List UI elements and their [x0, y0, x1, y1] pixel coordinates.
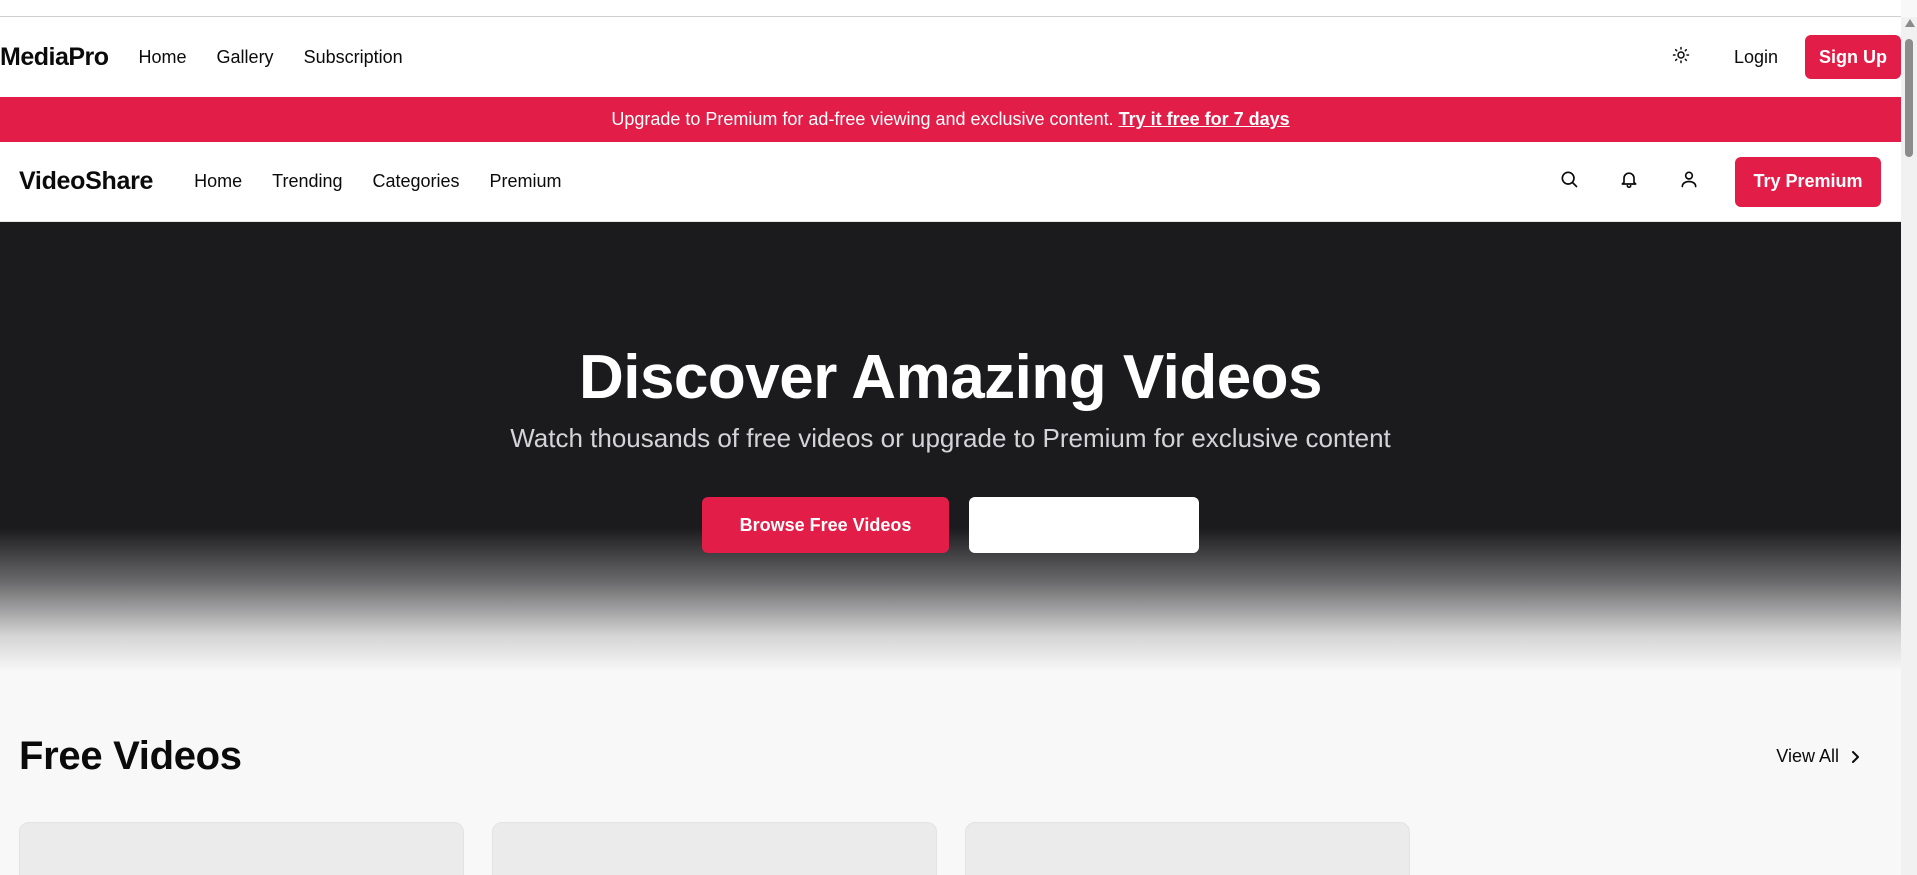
mediapro-nav: Home Gallery Subscription — [139, 47, 403, 68]
videoshare-nav-trending[interactable]: Trending — [272, 171, 342, 192]
mediapro-logo[interactable]: MediaPro — [0, 43, 109, 72]
view-all-link[interactable]: View All — [1776, 746, 1861, 767]
search-button[interactable] — [1551, 164, 1587, 200]
account-button[interactable] — [1671, 164, 1707, 200]
theme-toggle-button[interactable] — [1666, 42, 1696, 72]
scrollbar-thumb[interactable] — [1905, 39, 1913, 157]
page: MediaPro Home Gallery Subscription Login — [0, 0, 1901, 875]
page-scrollbar[interactable] — [1901, 17, 1917, 875]
mediapro-header: MediaPro Home Gallery Subscription Login — [0, 17, 1901, 97]
videoshare-nav-home[interactable]: Home — [194, 171, 242, 192]
videoshare-actions: Try Premium — [1527, 156, 1901, 207]
videoshare-nav: Home Trending Categories Premium — [194, 171, 561, 192]
browser-top-edge — [0, 0, 1901, 17]
notifications-button[interactable] — [1611, 164, 1647, 200]
free-videos-header: Free Videos View All — [19, 734, 1861, 779]
user-icon — [1679, 169, 1699, 194]
search-icon — [1559, 169, 1579, 194]
mediapro-actions: Login Sign Up — [1666, 35, 1901, 79]
bell-icon — [1619, 169, 1639, 194]
mediapro-nav-gallery[interactable]: Gallery — [217, 47, 274, 68]
signup-button[interactable]: Sign Up — [1805, 35, 1901, 79]
free-trial-link[interactable]: Try it free for 7 days — [1119, 109, 1290, 130]
mediapro-nav-home[interactable]: Home — [139, 47, 187, 68]
video-card[interactable] — [492, 822, 937, 875]
video-card[interactable] — [965, 822, 1410, 875]
scroll-up-arrow-icon[interactable] — [1905, 19, 1915, 27]
free-videos-grid — [19, 822, 1410, 875]
view-all-label: View All — [1776, 746, 1839, 766]
login-link[interactable]: Login — [1734, 47, 1778, 68]
sun-icon — [1672, 46, 1690, 69]
hero-title: Discover Amazing Videos — [578, 343, 1323, 412]
videoshare-logo[interactable]: VideoShare — [19, 167, 153, 196]
videoshare-header: VideoShare Home Trending Categories Prem… — [0, 142, 1901, 222]
hero-subtitle: Watch thousands of free videos or upgrad… — [510, 423, 1391, 453]
free-videos-title: Free Videos — [19, 734, 242, 778]
mediapro-nav-subscription[interactable]: Subscription — [304, 47, 403, 68]
chevron-right-icon — [1849, 750, 1861, 764]
hero-actions: Browse Free Videos — [0, 497, 1901, 553]
hero-secondary-button[interactable] — [969, 497, 1199, 553]
promo-text: Upgrade to Premium for ad-free viewing a… — [611, 109, 1114, 129]
video-card[interactable] — [19, 822, 464, 875]
videoshare-nav-categories[interactable]: Categories — [373, 171, 460, 192]
try-premium-button[interactable]: Try Premium — [1735, 156, 1881, 207]
hero-section: Discover Amazing Videos Watch thousands … — [0, 222, 1901, 672]
videoshare-nav-premium[interactable]: Premium — [490, 171, 562, 192]
browse-free-videos-button[interactable]: Browse Free Videos — [702, 497, 949, 553]
premium-promo-banner: Upgrade to Premium for ad-free viewing a… — [0, 97, 1901, 142]
